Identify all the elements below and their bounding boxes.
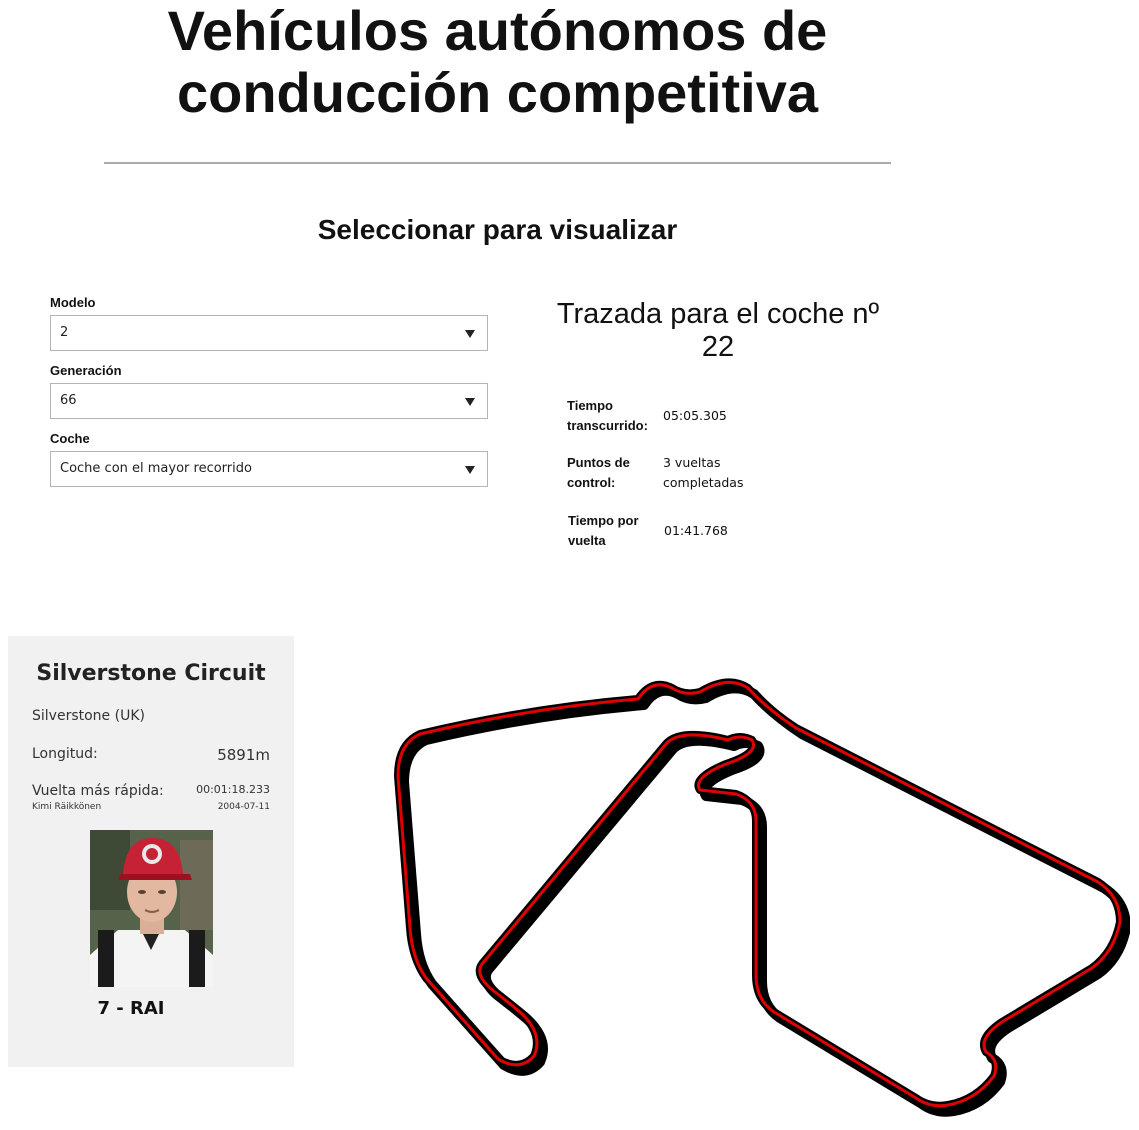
model-label: Modelo (50, 295, 96, 310)
stat-key: Tiempo transcurrido: (567, 398, 648, 433)
track-shadow (399, 683, 1130, 1117)
circuit-name: Silverstone Circuit (36, 661, 266, 686)
driver-tag: 7 - RAI (97, 998, 165, 1019)
generation-select-value: 66 (60, 393, 77, 408)
stat-key: Tiempo por vuelta (568, 513, 639, 548)
stat-row: Puntos de control: 3 vueltas completadas (567, 453, 753, 510)
section-heading: Seleccionar para visualizar (317, 214, 678, 245)
stat-row: Tiempo por vuelta 01:41.768 (567, 510, 753, 552)
stat-value: 01:41.768 (664, 523, 728, 538)
track-map (394, 678, 1130, 1117)
chevron-down-icon (465, 330, 475, 338)
stat-key: Puntos de control: (567, 455, 630, 490)
chevron-down-icon (465, 466, 475, 474)
generation-label: Generación (50, 363, 122, 378)
chevron-down-icon (465, 398, 475, 406)
driver-photo (90, 830, 213, 987)
car-select-value: Coche con el mayor recorrido (60, 461, 252, 476)
circuit-length-value: 5891m (217, 746, 270, 764)
fastest-lap-label: Vuelta más rápida: (32, 783, 164, 799)
model-select-value: 2 (60, 325, 69, 340)
fastest-lap-time: 00:01:18.233 (196, 783, 270, 796)
circuit-length-label: Longitud: (32, 746, 98, 762)
stat-row: Tiempo transcurrido: 05:05.305 (567, 396, 753, 453)
fastest-lap-driver: Kimi Räikkönen (32, 802, 102, 812)
car-select[interactable]: Coche con el mayor recorrido (50, 451, 488, 487)
page-title: Vehículos autónomos de conducción compet… (167, 0, 828, 124)
car-stats-table: Tiempo transcurrido: 05:05.305 Puntos de… (567, 396, 753, 552)
circuit-info-card: Silverstone Circuit Silverstone (UK) Lon… (8, 636, 294, 1067)
circuit-location: Silverstone (UK) (32, 708, 145, 724)
stat-value: 3 vueltas completadas (663, 455, 744, 490)
stat-value: 05:05.305 (663, 408, 727, 423)
generation-select[interactable]: 66 (50, 383, 488, 419)
car-label: Coche (50, 431, 90, 446)
model-select[interactable]: 2 (50, 315, 488, 351)
title-divider (104, 162, 891, 164)
driver-portrait-illustration (90, 830, 213, 987)
fastest-lap-date: 2004-07-11 (217, 802, 270, 812)
car-trace-title: Trazada para el coche nº 22 (556, 298, 880, 363)
